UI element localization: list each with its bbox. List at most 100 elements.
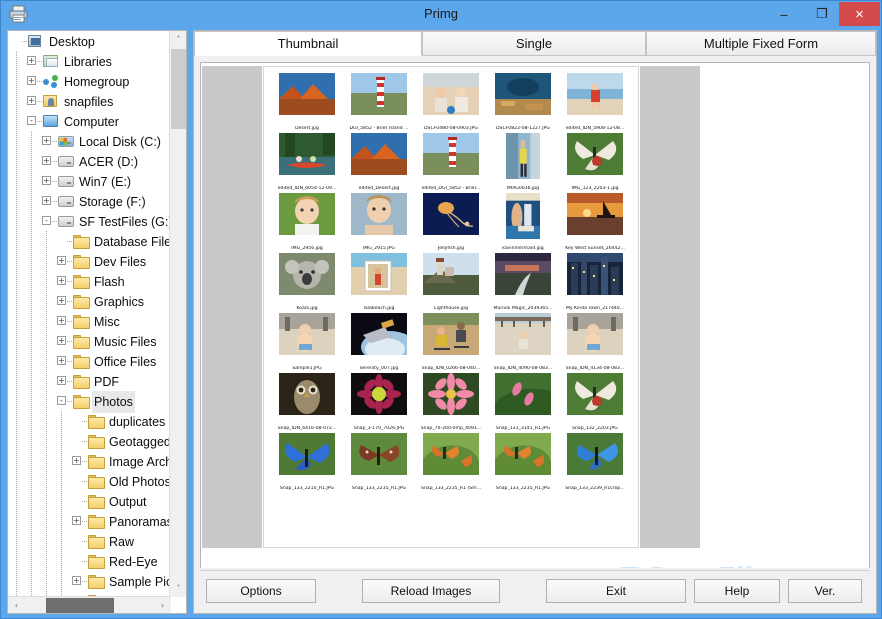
tree-expander-plus-icon[interactable]: +	[27, 56, 36, 65]
thumbnail-cell[interactable]: IMG_2915.JPG	[344, 193, 414, 253]
thumbnail-cell[interactable]: Snap_IDN_6416-08-072...	[272, 373, 342, 433]
thumbnail-image[interactable]	[567, 253, 623, 295]
thumbnail-cell[interactable]: edited_DGI_5852 - Brier...	[416, 133, 486, 193]
thumbnail-image[interactable]	[423, 313, 479, 355]
tree-expander-plus-icon[interactable]: +	[57, 376, 66, 385]
tree-expander-minus-icon[interactable]: -	[42, 216, 51, 225]
thumbnail-image[interactable]	[567, 193, 623, 235]
tree-item[interactable]: Geotagged	[8, 431, 171, 451]
tree-item[interactable]: + Local Disk (C:)	[8, 131, 171, 151]
thumbnail-image[interactable]	[279, 373, 335, 415]
thumbnail-image[interactable]	[506, 133, 540, 179]
thumbnail-image[interactable]	[423, 433, 479, 475]
page-sheet[interactable]: Desert.jpg DGI_5852 - Brier Island ... DSC…	[263, 66, 639, 548]
tree-item[interactable]: + Storage (F:)	[8, 191, 171, 211]
tree-scroll-up-icon[interactable]: ˄	[170, 31, 186, 48]
thumbnail-cell[interactable]: Snap_133_2235_R1.JPG	[488, 433, 558, 493]
tree-expander-plus-icon[interactable]: +	[42, 156, 51, 165]
close-button[interactable]: ×	[839, 2, 880, 26]
thumbnail-image[interactable]	[567, 73, 623, 115]
tree-item[interactable]: Database Files	[8, 231, 171, 251]
tree-expander-plus-icon[interactable]: +	[27, 96, 36, 105]
thumbnail-image[interactable]	[567, 313, 623, 355]
tree-item[interactable]: - Computer	[8, 111, 171, 131]
version-button[interactable]: Ver.	[788, 579, 862, 603]
folder-tree-pane[interactable]: Desktop + Libraries + Homegroup + snapfiles - Co…	[7, 30, 187, 614]
tree-item[interactable]: Desktop	[8, 31, 171, 51]
thumbnail-image[interactable]	[495, 73, 551, 115]
thumbnail-cell[interactable]: My Kinda Town_217440...	[560, 253, 630, 313]
tree-item[interactable]: + Dev Files	[8, 251, 171, 271]
tree-expander-plus-icon[interactable]: +	[57, 336, 66, 345]
tree-expander-plus-icon[interactable]: +	[57, 256, 66, 265]
tree-item[interactable]: - Photos	[8, 391, 171, 413]
reload-images-button[interactable]: Reload Images	[362, 579, 500, 603]
tree-expander-plus-icon[interactable]: +	[57, 296, 66, 305]
maximize-button[interactable]: ❐	[803, 2, 841, 26]
thumbnail-cell[interactable]: Serenity_007.jpg	[344, 313, 414, 373]
thumbnail-cell[interactable]: IMG_123_2203-1.jpg	[560, 133, 630, 193]
tree-expander-plus-icon[interactable]: +	[72, 456, 81, 465]
thumbnail-cell[interactable]: lalabeach.jpg	[344, 253, 414, 313]
tree-expander-plus-icon[interactable]: +	[42, 176, 51, 185]
thumbnail-cell[interactable]: Snap_IDN_4090-08-083...	[488, 313, 558, 373]
tree-expander-plus-icon[interactable]: +	[57, 316, 66, 325]
thumbnail-image[interactable]	[495, 433, 551, 475]
tree-item[interactable]: + ACER (D:)	[8, 151, 171, 171]
thumbnail-image[interactable]	[351, 193, 407, 235]
preview-area[interactable]: Desert.jpg DGI_5852 - Brier Island ... DSC…	[200, 62, 870, 593]
tree-item[interactable]: Output	[8, 491, 171, 511]
thumbnail-image[interactable]	[351, 433, 407, 475]
thumbnail-image[interactable]	[279, 133, 335, 175]
thumbnail-cell[interactable]: IMG_2956.jpg	[272, 193, 342, 253]
thumbnail-image[interactable]	[423, 253, 479, 295]
tree-item[interactable]: + Office Files	[8, 351, 171, 371]
thumbnail-cell[interactable]: Snap_131_3141_R1.JPG	[488, 373, 558, 433]
thumbnail-image[interactable]	[351, 373, 407, 415]
thumbnail-cell[interactable]: Snap_IDN_0266-08-040...	[416, 313, 486, 373]
tree-horizontal-scrollbar[interactable]: ‹ ›	[8, 596, 171, 613]
thumbnail-image[interactable]	[567, 433, 623, 475]
thumbnail-cell[interactable]: Koala.jpg	[272, 253, 342, 313]
minimize-button[interactable]: –	[765, 2, 803, 26]
tree-scroll-right-icon[interactable]: ›	[154, 597, 171, 613]
thumbnail-image[interactable]	[567, 373, 623, 415]
thumbnail-cell[interactable]: DSCF0480-08-0903.JPG	[416, 73, 486, 133]
tree-item[interactable]: + Sample Pictu	[8, 571, 171, 591]
tree-vertical-scrollbar[interactable]: ˄ ˅	[169, 31, 186, 597]
tab-single[interactable]: Single	[422, 31, 646, 56]
thumbnail-cell[interactable]: edited_IDN_6054-12-09...	[272, 133, 342, 193]
thumbnail-image[interactable]	[351, 73, 407, 115]
tree-scroll-down-icon[interactable]: ˅	[170, 580, 186, 597]
thumbnail-image[interactable]	[506, 193, 540, 239]
options-button[interactable]: Options	[206, 579, 316, 603]
tree-item[interactable]: + Music Files	[8, 331, 171, 351]
thumbnail-cell[interactable]: Snap_IDN_4134-08-083...	[560, 313, 630, 373]
thumbnail-image[interactable]	[495, 253, 551, 295]
tree-expander-plus-icon[interactable]: +	[57, 276, 66, 285]
thumbnail-image[interactable]	[423, 73, 479, 115]
tab-multiple-fixed-form[interactable]: Multiple Fixed Form	[646, 31, 876, 56]
tree-item[interactable]: + Misc	[8, 311, 171, 331]
thumbnail-image[interactable]	[423, 133, 479, 175]
tree-item[interactable]: + Image Archiv	[8, 451, 171, 471]
thumbnail-cell[interactable]: edited_IDN_5908-12-08...	[560, 73, 630, 133]
tree-item[interactable]: + snapfiles	[8, 91, 171, 111]
thumbnail-cell[interactable]: Desert.jpg	[272, 73, 342, 133]
tree-item[interactable]: Red-Eye	[8, 551, 171, 571]
tree-expander-minus-icon[interactable]: -	[27, 116, 36, 125]
tree-expander-plus-icon[interactable]: +	[42, 136, 51, 145]
thumbnail-image[interactable]	[279, 73, 335, 115]
thumbnail-cell[interactable]: Snap_132_2203.JPG	[560, 373, 630, 433]
thumbnail-cell[interactable]: DGI_5852 - Brier Island ...	[344, 73, 414, 133]
thumbnail-image[interactable]	[279, 313, 335, 355]
tree-item[interactable]: + Libraries	[8, 51, 171, 71]
tab-thumbnail[interactable]: Thumbnail	[194, 31, 422, 56]
thumbnail-cell[interactable]: Snap_133_2210_R1.JPG	[272, 433, 342, 493]
thumbnail-image[interactable]	[495, 313, 551, 355]
tree-item[interactable]: + Panoramas	[8, 511, 171, 531]
thumbnail-cell[interactable]: Snap_3-170_7026.JPG	[344, 373, 414, 433]
tree-item[interactable]: duplicates	[8, 411, 171, 431]
thumbnail-cell[interactable]: kavinmermaid.jpg	[488, 193, 558, 253]
thumbnail-image[interactable]	[279, 433, 335, 475]
